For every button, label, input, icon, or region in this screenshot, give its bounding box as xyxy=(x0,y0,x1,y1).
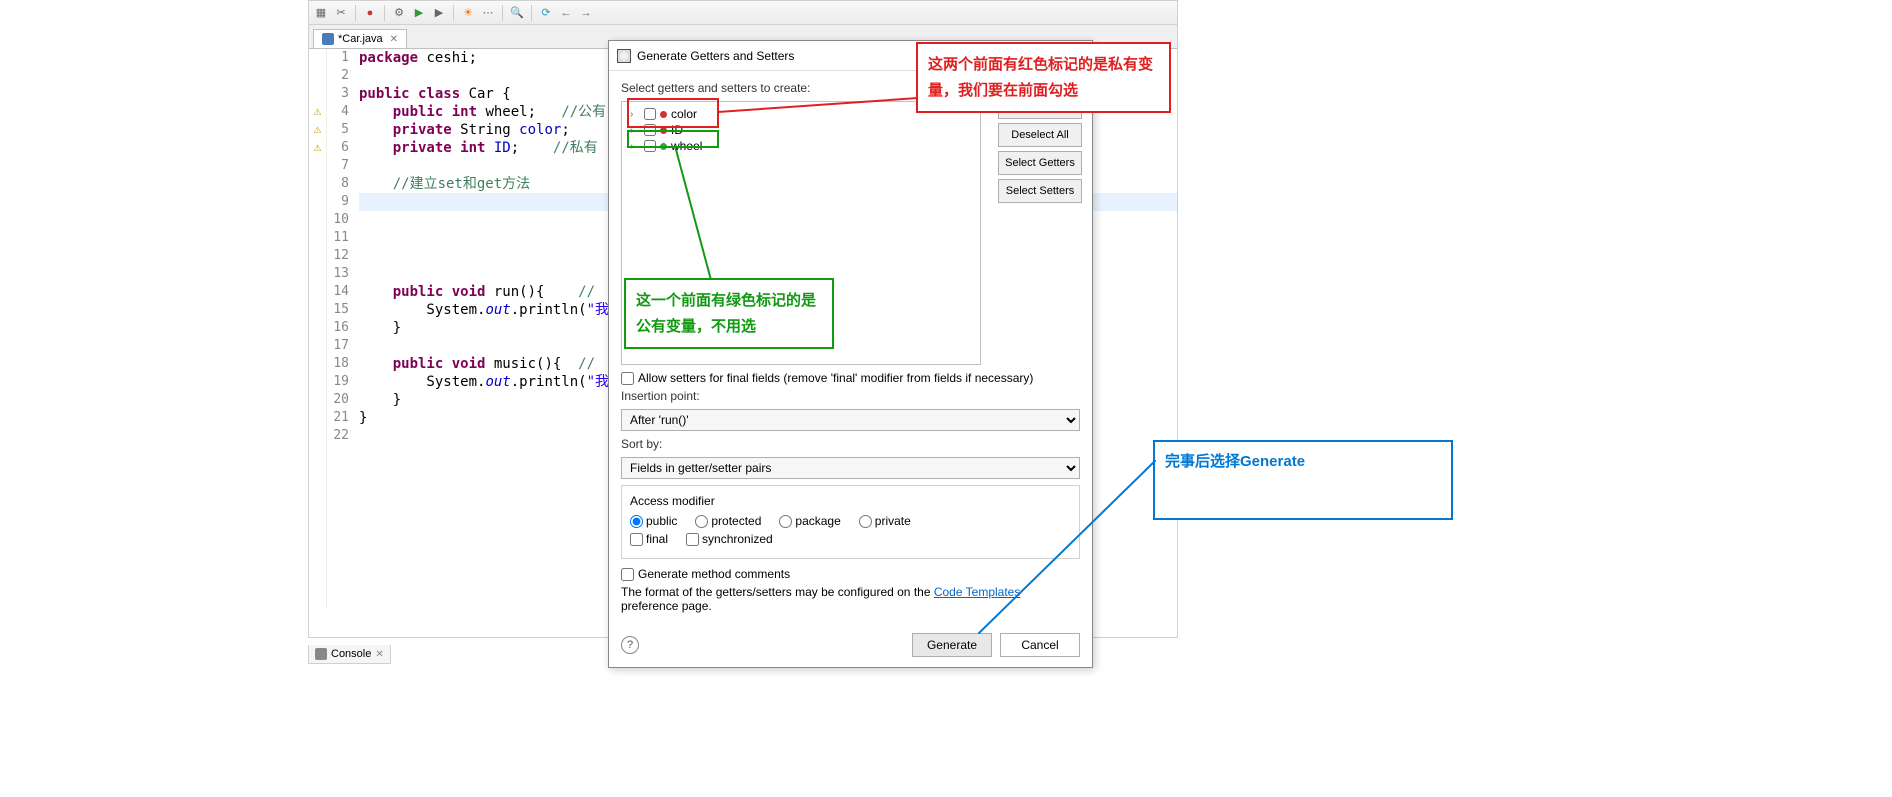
tb-icon[interactable]: 🔍 xyxy=(509,5,525,21)
generate-comments-checkbox[interactable] xyxy=(621,568,634,581)
tb-icon[interactable]: ← xyxy=(558,5,574,21)
format-hint: The format of the getters/setters may be… xyxy=(621,585,1080,613)
allow-final-checkbox[interactable] xyxy=(621,372,634,385)
console-label: Console xyxy=(331,648,371,660)
tb-icon[interactable]: ▶ xyxy=(411,5,427,21)
annotation-blue-text: 完事后选择Generate xyxy=(1153,440,1453,520)
access-modifier-group: Access modifier public protected package… xyxy=(621,485,1080,559)
generate-button[interactable]: Generate xyxy=(912,633,992,657)
annotation-red-text: 这两个前面有红色标记的是私有变量，我们要在前面勾选 xyxy=(916,42,1171,113)
insertion-label: Insertion point: xyxy=(621,389,1080,403)
console-tab[interactable]: Console ✕ xyxy=(308,645,391,664)
dialog-icon xyxy=(617,49,631,63)
tb-icon[interactable]: ▶ xyxy=(431,5,447,21)
tb-icon[interactable]: ● xyxy=(362,5,378,21)
access-legend: Access modifier xyxy=(630,494,1071,508)
dialog-title: Generate Getters and Setters xyxy=(637,49,794,63)
annotation-red-highlight xyxy=(627,98,719,128)
close-icon[interactable]: ✕ xyxy=(390,34,398,45)
sort-by-select[interactable]: Fields in getter/setter pairs xyxy=(621,457,1080,479)
protected-radio[interactable] xyxy=(695,515,708,528)
insertion-point-select[interactable]: After 'run()' xyxy=(621,409,1080,431)
help-icon[interactable]: ? xyxy=(621,636,639,654)
close-icon[interactable]: ✕ xyxy=(375,649,383,660)
package-radio[interactable] xyxy=(779,515,792,528)
final-checkbox[interactable] xyxy=(630,533,643,546)
gutter-markers: ⚠⚠⚠ xyxy=(309,49,327,609)
private-radio[interactable] xyxy=(859,515,872,528)
sort-label: Sort by: xyxy=(621,437,1080,451)
deselect-all-button[interactable]: Deselect All xyxy=(998,123,1082,147)
main-toolbar: ▦ ✂ ● ⚙ ▶ ▶ ☀ ⋯ 🔍 ⟳ ← → xyxy=(309,1,1177,25)
synchronized-checkbox[interactable] xyxy=(686,533,699,546)
gutter-line-numbers: 12345678910111213141516171819202122 xyxy=(327,49,355,609)
code-templates-link[interactable]: Code Templates xyxy=(934,585,1021,599)
tab-title: *Car.java xyxy=(338,33,383,45)
select-setters-button[interactable]: Select Setters xyxy=(998,179,1082,203)
cancel-button[interactable]: Cancel xyxy=(1000,633,1080,657)
public-radio[interactable] xyxy=(630,515,643,528)
tb-icon[interactable]: ▦ xyxy=(313,5,329,21)
tb-icon[interactable]: → xyxy=(578,5,594,21)
annotation-green-text: 这一个前面有绿色标记的是公有变量，不用选 xyxy=(624,278,834,349)
select-getters-button[interactable]: Select Getters xyxy=(998,151,1082,175)
tb-icon[interactable]: ⋯ xyxy=(480,5,496,21)
tb-icon[interactable]: ⟳ xyxy=(538,5,554,21)
tb-icon[interactable]: ⚙ xyxy=(391,5,407,21)
java-file-icon xyxy=(322,33,334,45)
allow-final-label: Allow setters for final fields (remove '… xyxy=(638,371,1033,385)
tb-icon[interactable]: ☀ xyxy=(460,5,476,21)
editor-tab-car-java[interactable]: *Car.java ✕ xyxy=(313,29,407,48)
generate-comments-label: Generate method comments xyxy=(638,567,790,581)
annotation-green-highlight xyxy=(627,130,719,148)
console-icon xyxy=(315,648,327,660)
tb-icon[interactable]: ✂ xyxy=(333,5,349,21)
